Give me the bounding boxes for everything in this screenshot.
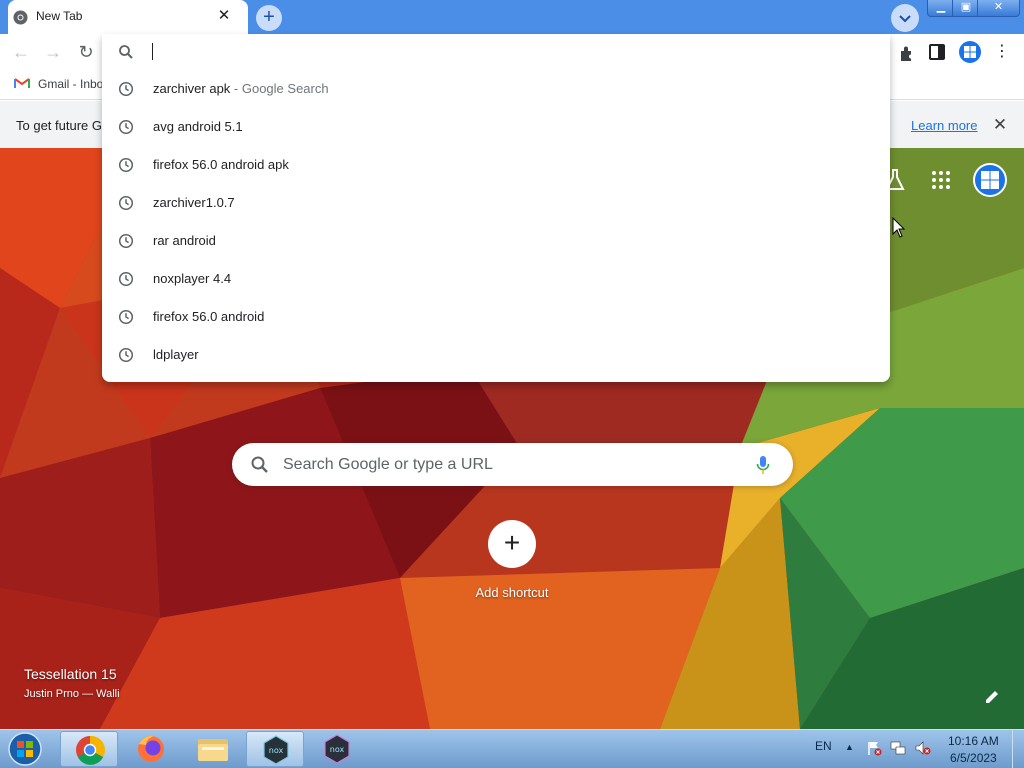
side-panel-icon[interactable] [929, 44, 945, 60]
ntp-search-placeholder[interactable]: Search Google or type a URL [283, 456, 493, 474]
suggestion-text: zarchiver apk - Google Search [153, 81, 329, 96]
maximize-button[interactable]: ▣ [952, 0, 980, 17]
suggestion-text: avg android 5.1 [153, 119, 243, 134]
bookmark-gmail[interactable]: Gmail - Inbo [38, 77, 103, 91]
suggestion-item[interactable]: firefox 56.0 android apk [102, 146, 890, 184]
suggestion-item[interactable]: rar android [102, 222, 890, 260]
suggestion-text: noxplayer 4.4 [153, 271, 232, 286]
nox-icon: nox [263, 735, 289, 765]
taskbar-nox-player[interactable]: nox [246, 731, 304, 767]
chrome-icon [13, 10, 28, 25]
extensions-icon[interactable] [896, 42, 918, 64]
suggestion-item[interactable]: zarchiver apk - Google Search [102, 70, 890, 108]
tab-title: New Tab [36, 9, 83, 23]
clock-date[interactable]: 6/5/2023 [950, 751, 997, 765]
nox-icon: nox [324, 734, 350, 764]
suggestion-item[interactable]: firefox 56.0 android [102, 298, 890, 336]
back-button[interactable]: ← [10, 41, 32, 63]
chevron-down-icon [899, 15, 911, 23]
taskbar-file-explorer[interactable] [184, 731, 242, 767]
info-bar-close-button[interactable]: ✕ [990, 115, 1010, 135]
suggestion-item[interactable]: ldplayer [102, 336, 890, 374]
window-close-button[interactable]: ✕ [977, 0, 1020, 17]
gmail-icon [14, 78, 30, 88]
clock-time[interactable]: 10:16 AM [948, 734, 999, 748]
new-tab-button[interactable]: + [256, 5, 282, 31]
suggestion-text: firefox 56.0 android apk [153, 157, 289, 172]
svg-text:nox: nox [269, 746, 284, 755]
suggestion-text: firefox 56.0 android [153, 309, 265, 324]
add-shortcut-button[interactable]: + [488, 520, 536, 568]
tab-search-button[interactable] [891, 4, 919, 32]
minimize-button[interactable]: ▁ [927, 0, 955, 17]
windows-logo-icon [981, 171, 999, 189]
tab-close-button[interactable]: ✕ [215, 7, 233, 25]
suggestion-item[interactable]: noxplayer 4.4 [102, 260, 890, 298]
suggestion-text: ldplayer [153, 347, 199, 362]
firefox-icon [138, 735, 164, 762]
mouse-cursor-icon [892, 217, 906, 238]
taskbar-firefox[interactable] [122, 731, 180, 767]
account-avatar[interactable] [973, 163, 1007, 197]
history-icon [118, 347, 134, 363]
svg-text:nox: nox [330, 745, 345, 754]
folder-icon [198, 739, 228, 761]
windows-logo-icon [964, 46, 976, 58]
suggestion-description: - Google Search [230, 81, 329, 96]
language-indicator[interactable]: EN [815, 739, 832, 753]
chrome-icon [76, 735, 105, 765]
action-center-flag-icon[interactable] [866, 740, 882, 756]
microphone-icon[interactable] [754, 454, 772, 476]
suggestion-text: rar android [153, 233, 216, 248]
history-icon [118, 195, 134, 211]
search-icon [251, 456, 268, 473]
background-title[interactable]: Tessellation 15 [24, 666, 117, 682]
menu-button[interactable]: ⋮ [993, 41, 1011, 63]
history-icon [118, 271, 134, 287]
history-icon [118, 157, 134, 173]
suggestion-text: zarchiver1.0.7 [153, 195, 235, 210]
omnibox-input[interactable] [152, 43, 153, 60]
tray-expand-icon[interactable]: ▲ [845, 742, 854, 752]
background-credit[interactable]: Justin Prno — Walli [24, 688, 120, 700]
search-icon [119, 45, 133, 59]
profile-avatar[interactable] [959, 41, 981, 63]
volume-muted-icon[interactable] [914, 740, 932, 756]
forward-button[interactable]: → [42, 41, 64, 63]
start-button-icon[interactable] [6, 731, 44, 767]
learn-more-link[interactable]: Learn more [911, 118, 977, 133]
reload-button[interactable]: ↻ [75, 41, 97, 63]
history-icon [118, 309, 134, 325]
history-icon [118, 119, 134, 135]
google-apps-icon[interactable] [931, 170, 951, 190]
suggestion-item[interactable]: zarchiver1.0.7 [102, 184, 890, 222]
taskbar-chrome[interactable] [60, 731, 118, 767]
taskbar-nox-multi[interactable]: nox [308, 731, 366, 767]
suggestion-item[interactable]: avg android 5.1 [102, 108, 890, 146]
info-bar-text: To get future G [16, 118, 102, 133]
show-desktop-button[interactable] [1012, 730, 1024, 768]
network-icon[interactable] [890, 740, 906, 756]
pencil-icon[interactable] [983, 688, 1001, 706]
add-shortcut-label[interactable]: Add shortcut [452, 585, 572, 600]
history-icon [118, 81, 134, 97]
history-icon [118, 233, 134, 249]
